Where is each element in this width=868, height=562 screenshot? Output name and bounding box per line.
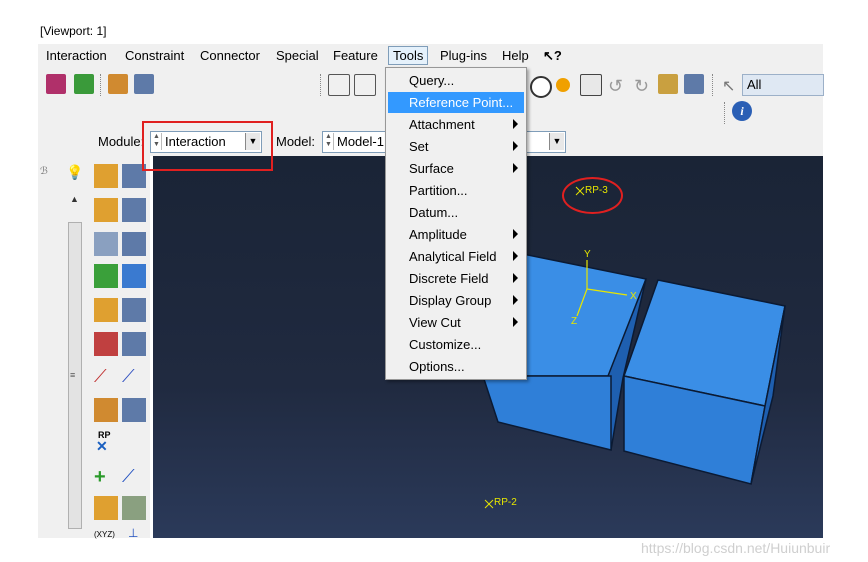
grip-icon: ≡ [70, 370, 76, 380]
create-datum-point-icon[interactable]: + [94, 466, 118, 490]
model-tree-icon[interactable]: ℬ [40, 166, 48, 177]
submenu-arrow-icon [513, 273, 518, 283]
submenu-arrow-icon [513, 317, 518, 327]
create-datum-axis-icon[interactable]: ⟋ [122, 466, 146, 490]
create-interaction-icon[interactable] [94, 164, 118, 188]
fastener-manager-icon[interactable] [122, 398, 146, 422]
selection-filter-value: All [747, 77, 762, 92]
menu-item-attachment[interactable]: Attachment [388, 114, 524, 135]
datum-csys-label[interactable]: (XYZ) [94, 530, 115, 539]
wireframe-icon[interactable] [328, 74, 350, 96]
connector-section-manager-icon[interactable] [122, 332, 146, 356]
menu-item-set[interactable]: Set [388, 136, 524, 157]
toolbar-separator [724, 102, 726, 124]
render-icon[interactable] [530, 76, 552, 98]
reference-point-tool[interactable]: RP ✕ [96, 430, 120, 454]
window-title: [Viewport: 1] [40, 24, 107, 38]
hidden-line-icon[interactable] [354, 74, 376, 96]
menu-item-view-cut[interactable]: View Cut [388, 312, 524, 333]
menu-item-customize[interactable]: Customize... [388, 334, 524, 355]
tools-menu: Query... Reference Point... Attachment S… [385, 67, 527, 380]
menu-item-datum[interactable]: Datum... [388, 202, 524, 223]
window-title-bar: [Viewport: 1] [38, 20, 823, 42]
submenu-arrow-icon [513, 119, 518, 129]
menu-item-amplitude[interactable]: Amplitude [388, 224, 524, 245]
create-constraint-icon[interactable] [94, 298, 118, 322]
create-interaction-property-icon[interactable] [94, 198, 118, 222]
menu-item-query[interactable]: Query... [388, 70, 524, 91]
contact-controls-icon[interactable] [94, 232, 118, 256]
create-fastener-icon[interactable] [94, 398, 118, 422]
redo-icon[interactable]: ↻ [634, 76, 654, 96]
interaction-property-manager-icon[interactable] [122, 198, 146, 222]
menu-constraint[interactable]: Constraint [125, 48, 184, 63]
menu-plugins[interactable]: Plug-ins [440, 48, 487, 63]
menu-item-display-group[interactable]: Display Group [388, 290, 524, 311]
menu-item-partition[interactable]: Partition... [388, 180, 524, 201]
toolbar-separator [100, 74, 102, 96]
right-block[interactable] [623, 279, 786, 485]
menu-feature[interactable]: Feature [333, 48, 378, 63]
contact-controls-manager-icon[interactable] [122, 232, 146, 256]
select-tool-icon[interactable] [580, 74, 602, 96]
chevron-down-icon[interactable]: ▼ [549, 133, 564, 150]
view-options-icon[interactable] [658, 74, 678, 94]
model-value: Model-1 [337, 134, 384, 149]
submenu-arrow-icon [513, 229, 518, 239]
reference-point-icon: ✕ [96, 438, 108, 454]
rp2-label: RP-2 [494, 497, 517, 508]
info-icon[interactable]: i [732, 101, 752, 121]
pointer-icon[interactable]: ↖ [722, 76, 742, 96]
display-manager-icon[interactable] [684, 74, 704, 94]
axis-z-label: Z [571, 316, 577, 327]
menu-item-analytical-field[interactable]: Analytical Field [388, 246, 524, 267]
scroll-up-icon[interactable]: ▲ [70, 194, 79, 204]
menu-item-surface[interactable]: Surface [388, 158, 524, 179]
menu-tools[interactable]: Tools [388, 46, 429, 65]
watermark: https://blog.csdn.net/Huiunbuir [641, 540, 831, 556]
menu-item-discrete-field[interactable]: Discrete Field [388, 268, 524, 289]
tree-icon[interactable] [108, 74, 128, 94]
left-block-front-face [481, 375, 612, 451]
shaded-icon[interactable] [556, 78, 570, 92]
submenu-arrow-icon [513, 251, 518, 261]
module-highlight-annotation [142, 121, 273, 171]
menu-bar: Interaction Constraint Connector Special… [38, 44, 823, 69]
toolbar-separator [320, 74, 322, 96]
axis-y-label: Y [584, 249, 591, 260]
contact-initialization-icon[interactable] [94, 264, 118, 288]
menu-context-help[interactable]: ↖? [543, 48, 562, 64]
create-wire-icon[interactable]: ⟋ [94, 366, 118, 390]
undo-icon[interactable]: ↺ [608, 76, 628, 96]
submenu-arrow-icon [513, 141, 518, 151]
part-icon[interactable] [46, 74, 66, 94]
create-partition-icon[interactable] [122, 496, 146, 520]
menu-interaction[interactable]: Interaction [46, 48, 107, 63]
menu-help[interactable]: Help [502, 48, 529, 63]
manager-icon[interactable] [134, 74, 154, 94]
selection-filter-combo[interactable]: All [742, 74, 824, 96]
menu-connector[interactable]: Connector [200, 48, 260, 63]
mesh-icon[interactable] [74, 74, 94, 94]
menu-item-options[interactable]: Options... [388, 356, 524, 377]
model-label: Model: [276, 134, 316, 149]
lightbulb-icon[interactable]: 💡 [66, 164, 83, 181]
create-csys-icon[interactable]: ⊥ [128, 526, 138, 540]
create-datum-plane-icon[interactable] [94, 496, 118, 520]
toolbar-separator [712, 74, 714, 96]
submenu-arrow-icon [513, 295, 518, 305]
create-connector-assignment-icon[interactable]: ⟋ [122, 366, 146, 390]
module-label: Module: [98, 134, 145, 149]
submenu-arrow-icon [513, 163, 518, 173]
create-connector-section-icon[interactable] [94, 332, 118, 356]
rp2-marker[interactable]: RP-2 [484, 497, 517, 509]
menu-item-reference-point[interactable]: Reference Point... [388, 92, 524, 113]
constraint-manager-icon[interactable] [122, 298, 146, 322]
menu-special[interactable]: Special [276, 48, 319, 63]
axis-x-label: X [630, 291, 637, 302]
contact-stabilization-icon[interactable] [122, 264, 146, 288]
model-spin[interactable]: ▲ ▼ [324, 133, 334, 150]
rp3-highlight-annotation [562, 177, 623, 214]
